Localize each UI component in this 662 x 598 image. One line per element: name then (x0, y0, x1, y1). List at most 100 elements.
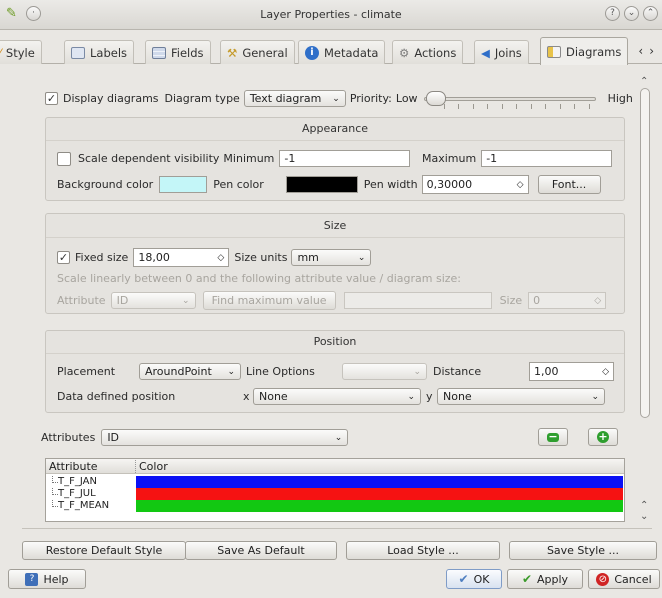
pen-color-label: Pen color (213, 178, 264, 191)
minimum-input[interactable]: -1 (279, 150, 411, 167)
minimize-icon[interactable]: ⌄ (624, 6, 639, 21)
scale-visibility-row: Scale dependent visibility Minimum -1 (57, 150, 411, 167)
maximum-input[interactable]: -1 (481, 150, 613, 167)
scrollbar-handle[interactable] (640, 88, 650, 418)
placement-row: Placement AroundPoint ⌄ Line Options ⌄ Di… (57, 362, 614, 381)
line-options-select[interactable]: ⌄ (342, 363, 427, 380)
attribute-scale-select[interactable]: ID ⌄ (110, 292, 196, 309)
ok-button[interactable]: ✔ OK (446, 569, 502, 589)
spin-arrows-icon: ◇ (516, 179, 524, 190)
pen-width-spinbox[interactable]: 0,30000 ◇ (421, 175, 529, 194)
attributes-select[interactable]: ID ⌄ (101, 429, 349, 446)
tab-actions[interactable]: ⚙ Actions (392, 40, 464, 64)
tab-label: Fields (171, 45, 204, 60)
fixed-size-row: ✓ Fixed size 18,00 ◇ Size units mm ⌄ (57, 248, 372, 267)
priority-low-label: Low (395, 92, 418, 105)
placement-select[interactable]: AroundPoint ⌄ (139, 363, 241, 380)
tab-label: Actions (414, 45, 457, 60)
divider (22, 528, 652, 529)
table-row[interactable]: T_F_JUL (46, 488, 624, 500)
tab-joins[interactable]: ◀ Joins (474, 40, 529, 64)
maximum-value-input[interactable] (343, 292, 492, 309)
tab-scroll-arrows[interactable]: ‹› (638, 44, 660, 58)
remove-attribute-button[interactable]: − (538, 428, 568, 446)
help-book-icon: ? (25, 572, 39, 586)
color-swatch[interactable] (136, 500, 623, 512)
size-scale-label: Size (499, 294, 523, 307)
font-button[interactable]: Font... (537, 175, 601, 194)
slider-handle[interactable] (425, 90, 446, 106)
maximize-icon[interactable]: ⌃ (643, 6, 658, 21)
tab-metadata[interactable]: i Metadata (298, 40, 386, 64)
background-color-button[interactable] (159, 176, 208, 193)
apply-check-icon: ✔ (521, 572, 532, 586)
scroll-down-icon[interactable]: ⌄ (640, 511, 648, 522)
general-icon: ⚒ (227, 45, 238, 60)
y-label: y (426, 390, 433, 403)
table-row[interactable]: T_F_MEAN (46, 500, 624, 512)
load-style-button[interactable]: Load Style ... (346, 541, 500, 560)
color-swatch[interactable] (136, 488, 623, 500)
fixed-size-spinbox[interactable]: 18,00 ◇ (133, 248, 230, 267)
add-attribute-button[interactable]: + (588, 428, 618, 446)
diagrams-icon (547, 45, 561, 58)
column-header-color[interactable]: Color (135, 460, 168, 473)
diagram-type-select[interactable]: Text diagram ⌄ (243, 90, 346, 107)
attribute-name: T_F_MEAN (58, 500, 110, 511)
save-style-button[interactable]: Save Style ... (509, 541, 657, 560)
cancel-icon: ⊘ (596, 572, 610, 586)
chevron-down-icon: ⌄ (227, 366, 235, 377)
apply-button[interactable]: ✔ Apply (507, 569, 583, 589)
title-bar: ✎ · Layer Properties - climate ? ⌄ ⌃ (0, 0, 662, 30)
attributes-label: Attributes (41, 431, 96, 444)
fixed-size-checkbox[interactable]: ✓ (57, 251, 70, 264)
display-diagrams-label: Display diagrams (63, 92, 159, 105)
tab-label: Metadata (324, 45, 379, 60)
size-units-select[interactable]: mm ⌄ (291, 249, 372, 266)
help-button[interactable]: ? Help (8, 569, 86, 589)
color-swatch[interactable] (136, 476, 623, 488)
column-header-attribute[interactable]: Attribute (49, 460, 98, 473)
restore-default-style-button[interactable]: Restore Default Style (22, 541, 186, 560)
scroll-up-icon[interactable]: ⌃ (640, 500, 648, 511)
save-as-default-button[interactable]: Save As Default (185, 541, 337, 560)
tab-diagrams[interactable]: Diagrams (540, 37, 629, 65)
diagram-type-value: Text diagram (249, 92, 322, 105)
attribute-buttons: − + (538, 428, 618, 446)
table-row[interactable]: T_F_JAN (46, 476, 624, 488)
spin-arrows-icon: ◇ (217, 252, 225, 263)
maximum-row: Maximum -1 (422, 150, 613, 167)
find-maximum-button[interactable]: Find maximum value (202, 291, 336, 310)
size-units-label: Size units (234, 251, 288, 264)
data-defined-label: Data defined position (57, 390, 176, 403)
pen-color-button[interactable] (285, 176, 358, 193)
chevron-down-icon: ⌄ (334, 432, 343, 443)
tab-labels[interactable]: Labels (64, 40, 135, 64)
size-scale-spinbox[interactable]: 0 ◇ (528, 292, 607, 309)
table-header: Attribute Color (46, 459, 624, 474)
display-diagrams-row: ✓ Display diagrams Diagram type Text dia… (45, 90, 633, 109)
fields-icon (152, 46, 166, 59)
scroll-up-icon[interactable]: ⌃ (640, 76, 648, 87)
scale-visibility-label: Scale dependent visibility (78, 152, 220, 165)
scale-visibility-checkbox[interactable] (57, 151, 71, 166)
x-field-select[interactable]: None ⌄ (253, 388, 421, 405)
actions-icon: ⚙ (399, 45, 410, 60)
priority-slider[interactable] (423, 90, 596, 109)
tab-style[interactable]: ⁄ Style (0, 40, 42, 64)
diagram-type-label: Diagram type (164, 92, 240, 105)
cancel-button[interactable]: ⊘ Cancel (588, 569, 660, 589)
maximum-label: Maximum (422, 152, 477, 165)
attribute-color-table[interactable]: Attribute Color T_F_JAN T_F_JUL T_F_MEAN (45, 458, 625, 522)
distance-spinbox[interactable]: 1,00 ◇ (529, 362, 614, 381)
help-window-icon[interactable]: ? (605, 6, 620, 21)
tab-fields[interactable]: Fields (145, 40, 211, 64)
tab-general[interactable]: ⚒ General (220, 40, 295, 64)
y-field-select[interactable]: None ⌄ (437, 388, 605, 405)
color-row: Background color Pen color Pen width 0,3… (57, 175, 601, 194)
metadata-icon: i (305, 45, 319, 60)
display-diagrams-checkbox[interactable]: ✓ (45, 92, 58, 105)
tab-label: Style (5, 45, 35, 60)
window-title: Layer Properties - climate (260, 8, 402, 21)
vertical-scrollbar[interactable]: ⌃ ⌃ ⌄ (638, 68, 651, 528)
